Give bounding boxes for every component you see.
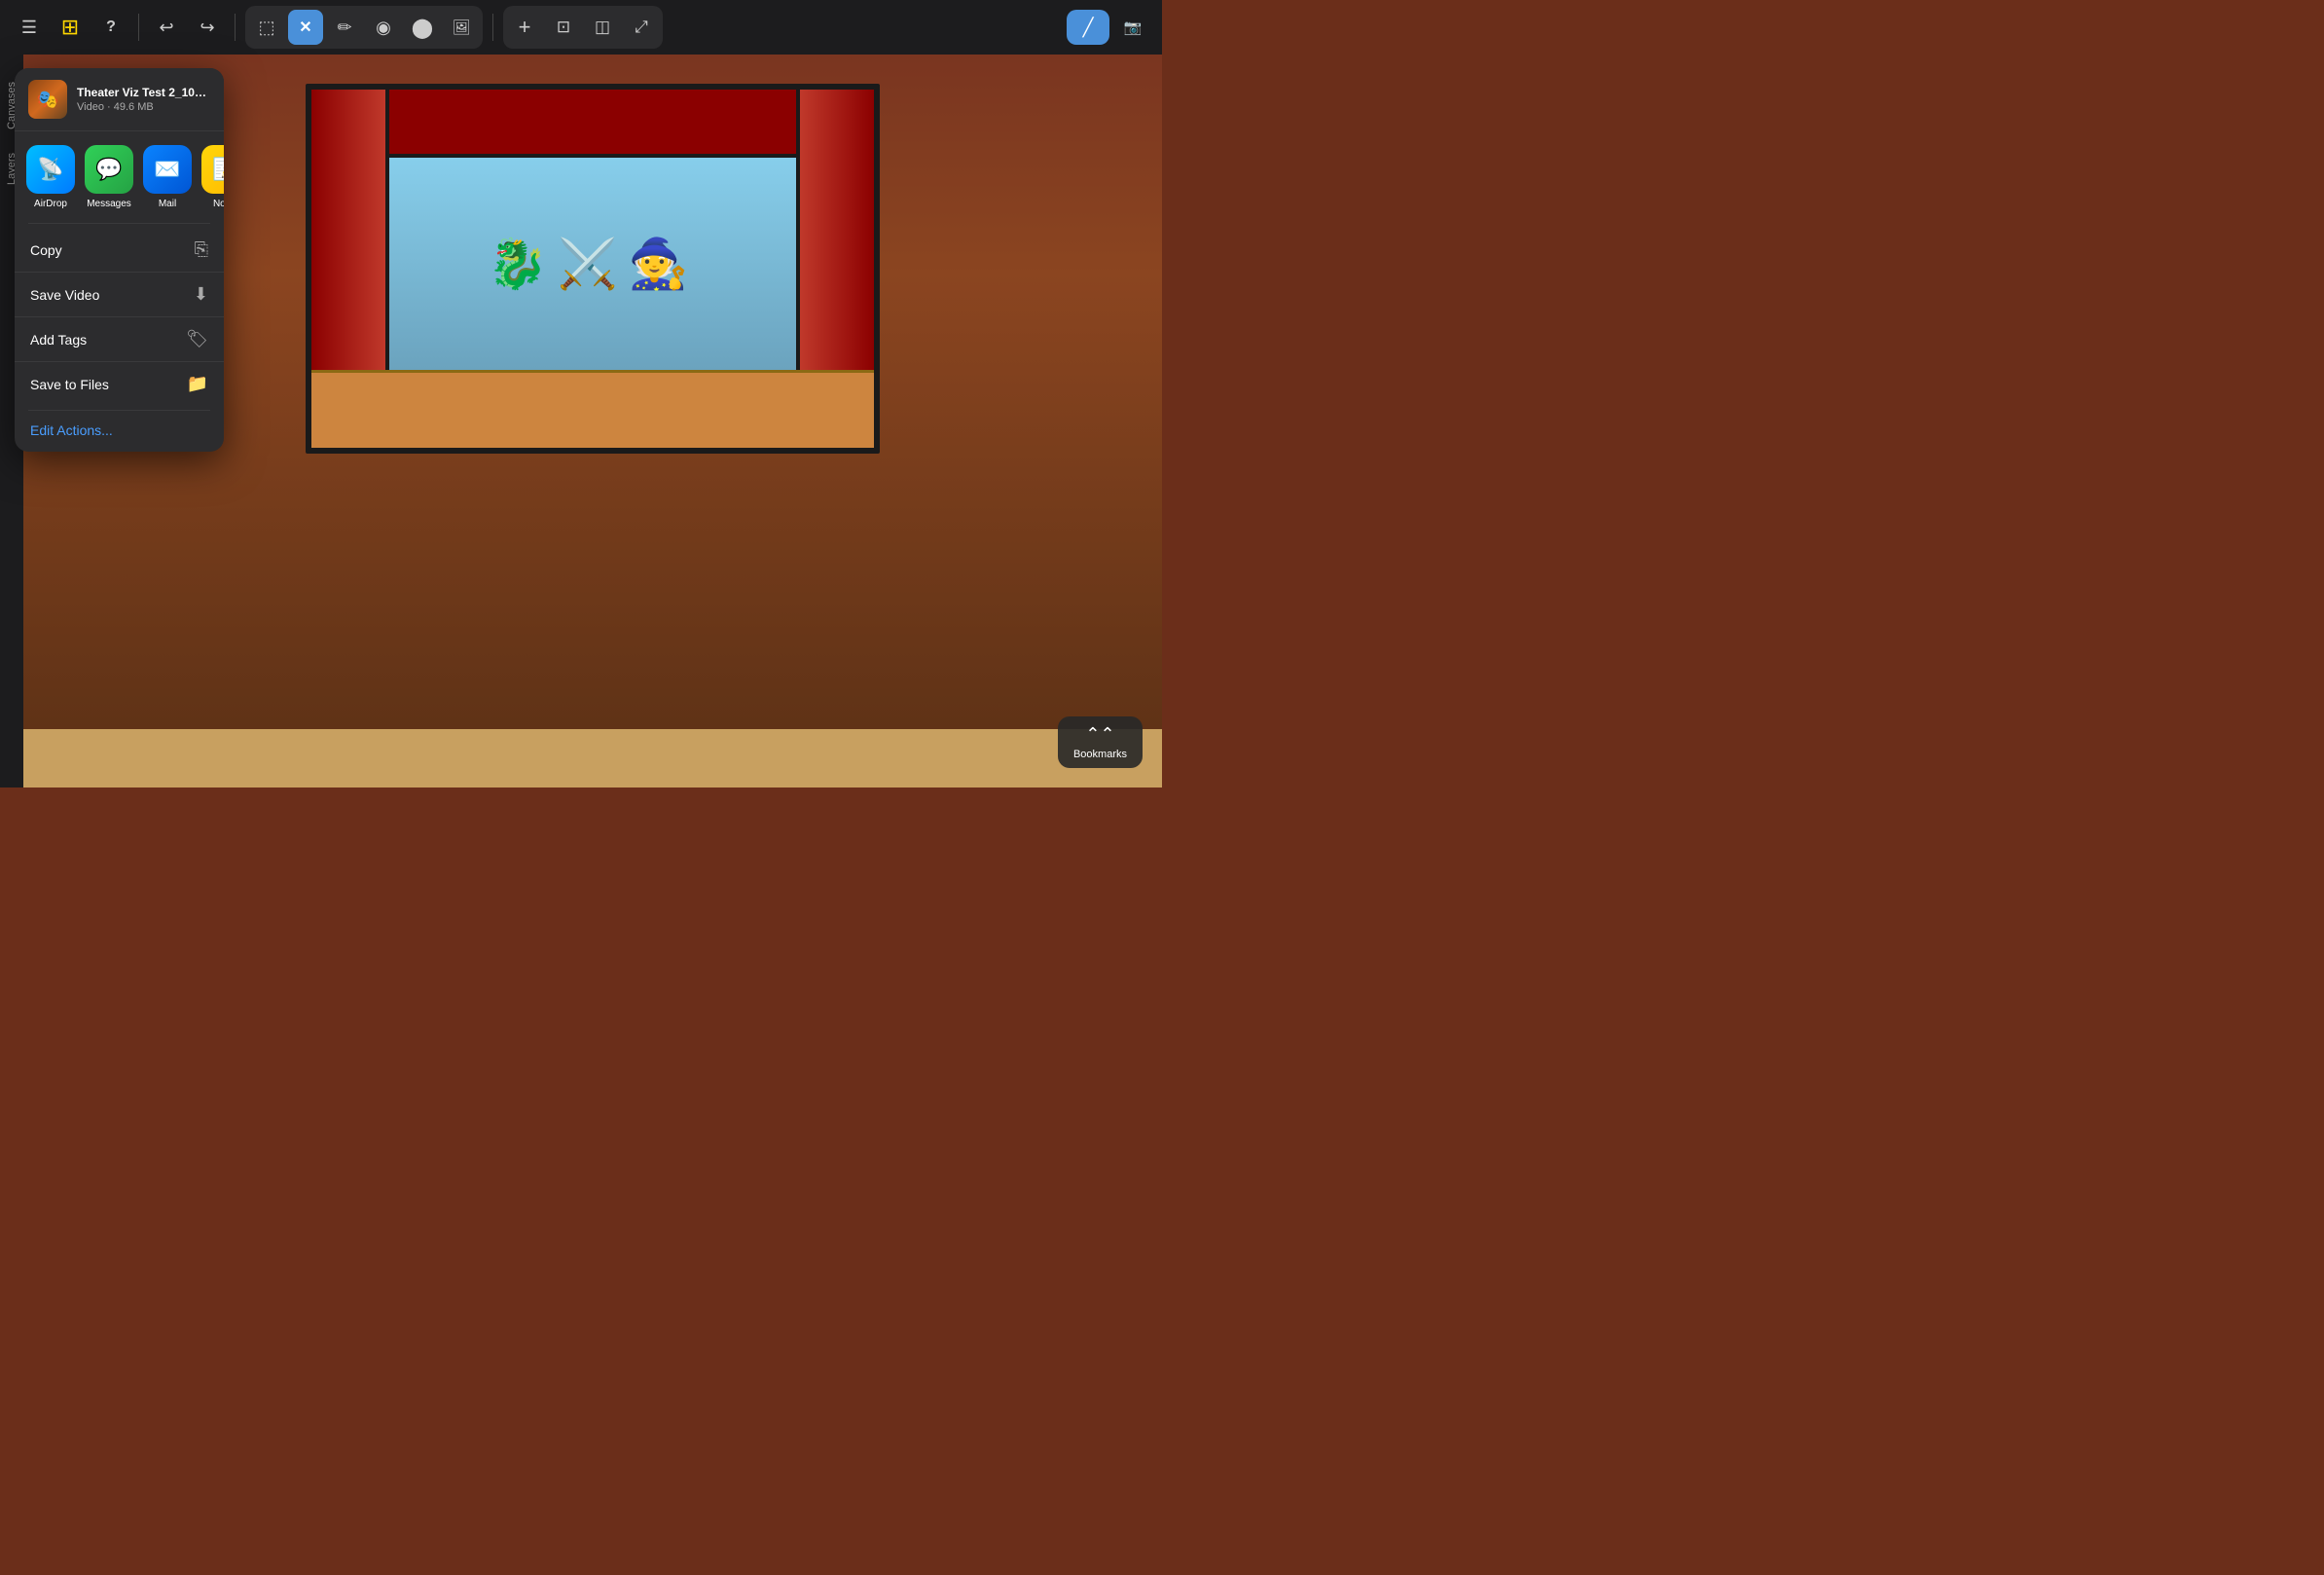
select-tool-button[interactable]: ⬚ (249, 10, 284, 45)
crop-icon: ⊡ (557, 18, 570, 37)
airdrop-icon: 📡 (26, 145, 75, 194)
redo-button[interactable]: ↪ (190, 10, 225, 45)
messages-label: Messages (87, 199, 131, 209)
add-icon: + (519, 15, 531, 40)
fill-tool-button[interactable]: ◉ (366, 10, 401, 45)
stage-floor (311, 370, 874, 448)
messages-symbol: 💬 (95, 157, 122, 182)
toolbar-end: ╱ 📷 (1067, 10, 1150, 45)
menu-button[interactable]: ☰ (12, 10, 47, 45)
file-type: Video (77, 101, 104, 113)
save-video-icon: ⬇ (194, 284, 208, 305)
add-tags-icon: 🏷 (186, 329, 208, 349)
share-app-notes[interactable]: 📝 Notes (201, 145, 224, 209)
edit-actions-label: Edit Actions... (30, 422, 113, 438)
hamburger-icon: ☰ (21, 18, 37, 38)
tools-group: ⬚ ✕ ✏ ◉ ⬤ 🖼 (245, 6, 483, 49)
layers-button[interactable]: ◫ (585, 10, 620, 45)
add-tags-action[interactable]: Add Tags 🏷 (15, 317, 224, 362)
thumb-emoji: 🎭 (37, 90, 58, 110)
copy-icon: ⎘ (195, 239, 208, 260)
copy-action[interactable]: Copy ⎘ (15, 228, 224, 273)
color-tool-button[interactable]: ⬤ (405, 10, 440, 45)
mail-symbol: ✉️ (154, 157, 180, 182)
undo-button[interactable]: ↩ (149, 10, 184, 45)
share-app-mail[interactable]: ✉️ Mail (143, 145, 192, 209)
share-app-airdrop[interactable]: 📡 AirDrop (26, 145, 75, 209)
separator-2 (235, 14, 236, 41)
share-panel: 🎭 Theater Viz Test 2_1080x1920_High_Qu..… (15, 68, 224, 452)
bookmarks-label: Bookmarks (1073, 749, 1127, 760)
mail-label: Mail (159, 199, 176, 209)
redo-icon: ↪ (200, 18, 214, 38)
share-file-meta: Video · 49.6 MB (77, 101, 210, 113)
brush-icon: ╱ (1083, 18, 1094, 38)
layers-icon: ◫ (595, 18, 610, 37)
toolbar: ☰ ⊞ ? ↩ ↪ ⬚ ✕ ✏ ◉ ⬤ 🖼 + (0, 0, 1162, 55)
bottom-strip (23, 729, 1162, 788)
notes-icon: 📝 (201, 145, 224, 194)
notes-label: Notes (213, 199, 224, 209)
copy-label: Copy (30, 242, 62, 258)
stage-area: 🐉⚔️🧙 (306, 84, 880, 454)
layout-group: + ⊡ ◫ ⤢ (503, 6, 663, 49)
separator-1 (138, 14, 139, 41)
bookmarks-button[interactable]: ⌃⌃ Bookmarks (1058, 716, 1143, 768)
pen-tool-button[interactable]: ✏ (327, 10, 362, 45)
undo-icon: ↩ (159, 18, 173, 38)
pen-icon: ✏ (337, 18, 351, 38)
media-icon: 🖼 (452, 18, 470, 36)
brush-button[interactable]: ╱ (1067, 10, 1109, 45)
transform-tool-button[interactable]: ✕ (288, 10, 323, 45)
add-tags-label: Add Tags (30, 332, 87, 348)
messages-icon: 💬 (85, 145, 133, 194)
animate-icon: ⤢ (635, 18, 648, 37)
save-video-label: Save Video (30, 287, 99, 303)
file-separator: · (107, 101, 114, 113)
color-icon: ⬤ (412, 16, 433, 40)
share-file-name: Theater Viz Test 2_1080x1920_High_Qu... (77, 86, 210, 99)
notes-symbol: 📝 (212, 157, 224, 182)
fill-icon: ◉ (376, 18, 391, 38)
airdrop-label: AirDrop (34, 199, 67, 209)
select-icon: ⬚ (258, 18, 274, 38)
transform-icon: ✕ (299, 18, 311, 37)
save-video-action[interactable]: Save Video ⬇ (15, 273, 224, 317)
grid-button[interactable]: ⊞ (53, 10, 88, 45)
stage-content: 🐉⚔️🧙 (389, 158, 796, 370)
file-size: 49.6 MB (114, 101, 154, 113)
share-actions: Copy ⎘ Save Video ⬇ Add Tags 🏷 Save to F… (15, 224, 224, 410)
share-thumbnail: 🎭 (28, 80, 67, 119)
crop-button[interactable]: ⊡ (546, 10, 581, 45)
share-file-info: Theater Viz Test 2_1080x1920_High_Qu... … (77, 86, 210, 113)
share-apps-row: 📡 AirDrop 💬 Messages ✉️ Mail 📝 Notes 🔶 (15, 131, 224, 223)
media-tool-button[interactable]: 🖼 (444, 10, 479, 45)
help-button[interactable]: ? (93, 10, 128, 45)
question-icon: ? (106, 18, 116, 36)
camera-icon: 📷 (1124, 18, 1143, 36)
save-to-files-icon: 📁 (187, 374, 208, 394)
bookmarks-icon: ⌃⌃ (1085, 724, 1114, 745)
edit-actions-row[interactable]: Edit Actions... (15, 411, 224, 452)
share-app-messages[interactable]: 💬 Messages (85, 145, 133, 209)
save-to-files-action[interactable]: Save to Files 📁 (15, 362, 224, 406)
airdrop-symbol: 📡 (37, 157, 63, 182)
camera-button[interactable]: 📷 (1115, 10, 1150, 45)
mail-icon: ✉️ (143, 145, 192, 194)
top-curtain (311, 90, 874, 158)
add-button[interactable]: + (507, 10, 542, 45)
stage-characters: 🐉⚔️🧙 (488, 236, 699, 293)
save-to-files-label: Save to Files (30, 377, 109, 392)
share-header: 🎭 Theater Viz Test 2_1080x1920_High_Qu..… (15, 68, 224, 131)
grid-icon: ⊞ (61, 15, 79, 40)
animate-button[interactable]: ⤢ (624, 10, 659, 45)
separator-3 (492, 14, 493, 41)
